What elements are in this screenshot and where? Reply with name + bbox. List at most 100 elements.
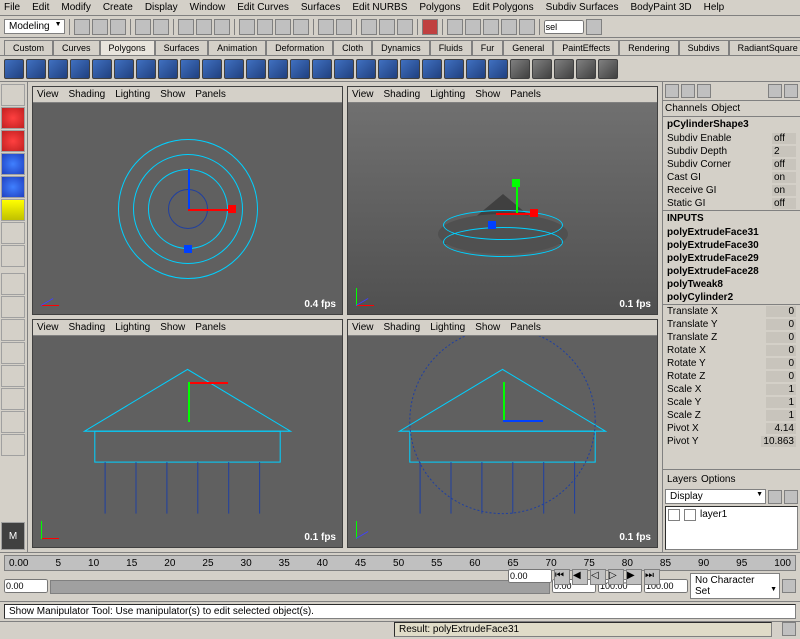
open-icon[interactable] — [92, 19, 108, 35]
shelf-icon-20[interactable] — [444, 59, 464, 79]
shelf-icon-10[interactable] — [224, 59, 244, 79]
tab-painteffects[interactable]: PaintEffects — [553, 40, 619, 55]
autokey-icon[interactable] — [782, 579, 796, 593]
vp-menu-shading[interactable]: Shading — [69, 89, 106, 100]
history-icon[interactable] — [318, 19, 334, 35]
snap-point-icon[interactable] — [275, 19, 291, 35]
snap-grid-icon[interactable] — [239, 19, 255, 35]
channel-icon5[interactable] — [784, 84, 798, 98]
select-icon[interactable] — [178, 19, 194, 35]
input-node[interactable]: polyExtrudeFace30 — [663, 239, 800, 252]
lasso-tool-icon[interactable] — [1, 107, 25, 129]
undo-icon[interactable] — [135, 19, 151, 35]
menu-display[interactable]: Display — [145, 2, 178, 13]
snap-plane-icon[interactable] — [293, 19, 309, 35]
vp-menu-shading[interactable]: Shading — [384, 322, 421, 333]
sel-input[interactable] — [544, 20, 584, 34]
menu-edit-nurbs[interactable]: Edit NURBS — [352, 2, 407, 13]
shelf-icon-16[interactable] — [356, 59, 376, 79]
shelf-icon-26[interactable] — [576, 59, 596, 79]
snap-curve-icon[interactable] — [257, 19, 273, 35]
menu-help[interactable]: Help — [704, 2, 725, 13]
shelf-icon-0[interactable] — [4, 59, 24, 79]
shelf-icon-3[interactable] — [70, 59, 90, 79]
stepback-icon[interactable]: ◀ — [572, 569, 588, 585]
vp-menu-lighting[interactable]: Lighting — [115, 89, 150, 100]
menu-edit-polygons[interactable]: Edit Polygons — [473, 2, 534, 13]
three-left-icon[interactable] — [1, 365, 25, 387]
tab-fur[interactable]: Fur — [472, 40, 504, 55]
select-tool-icon[interactable] — [1, 84, 25, 106]
input-node[interactable]: polyTweak8 — [663, 278, 800, 291]
new-icon[interactable] — [74, 19, 90, 35]
three-right-icon[interactable] — [1, 388, 25, 410]
shelf-icon-11[interactable] — [246, 59, 266, 79]
object-tab[interactable]: Object — [711, 103, 740, 114]
shelf-icon-19[interactable] — [422, 59, 442, 79]
time-ruler[interactable]: 0.00510152025303540455055606570758085909… — [4, 555, 796, 571]
grapheditor-icon[interactable] — [483, 19, 499, 35]
menu-file[interactable]: File — [4, 2, 20, 13]
forward-icon[interactable]: ⏭ — [644, 569, 660, 585]
menu-subdiv-surfaces[interactable]: Subdiv Surfaces — [546, 2, 619, 13]
vp-menu-shading[interactable]: Shading — [384, 89, 421, 100]
channel-icon2[interactable] — [681, 84, 695, 98]
shelf-icon-15[interactable] — [334, 59, 354, 79]
vp-menu-show[interactable]: Show — [160, 322, 185, 333]
vp-canvas-front[interactable]: 0.1 fps — [33, 336, 342, 547]
four-view-icon[interactable] — [1, 296, 25, 318]
two-stack-icon[interactable] — [1, 342, 25, 364]
shelf-icon-8[interactable] — [180, 59, 200, 79]
tab-general[interactable]: General — [503, 40, 553, 55]
tab-radiantsquare[interactable]: RadiantSquare — [729, 40, 800, 55]
menu-edit-curves[interactable]: Edit Curves — [237, 2, 289, 13]
scripteditor-icon[interactable] — [519, 19, 535, 35]
layer-del-icon[interactable] — [784, 490, 798, 504]
menu-window[interactable]: Window — [190, 2, 226, 13]
shelf-icon-6[interactable] — [136, 59, 156, 79]
vp-menu-lighting[interactable]: Lighting — [115, 322, 150, 333]
vp-menu-view[interactable]: View — [37, 322, 59, 333]
layer-options-tab[interactable]: Options — [701, 474, 735, 485]
vp-canvas-top[interactable]: 0.4 fps — [33, 103, 342, 314]
vp-menu-view[interactable]: View — [352, 89, 374, 100]
channel-icon4[interactable] — [768, 84, 782, 98]
shelf-icon-14[interactable] — [312, 59, 332, 79]
rotate-tool-icon[interactable] — [1, 153, 25, 175]
vp-menu-view[interactable]: View — [352, 322, 374, 333]
last-tool-icon[interactable] — [1, 245, 25, 267]
vp-menu-panels[interactable]: Panels — [510, 89, 541, 100]
input-node[interactable]: polyCylinder2 — [663, 291, 800, 304]
tab-custom[interactable]: Custom — [4, 40, 53, 55]
input-node[interactable]: polyExtrudeFace28 — [663, 265, 800, 278]
shelf-icon-7[interactable] — [158, 59, 178, 79]
paint-icon[interactable] — [214, 19, 230, 35]
two-side-icon[interactable] — [1, 319, 25, 341]
redo-icon[interactable] — [153, 19, 169, 35]
menu-surfaces[interactable]: Surfaces — [301, 2, 340, 13]
outliner-icon[interactable] — [465, 19, 481, 35]
channel-icon3[interactable] — [697, 84, 711, 98]
vp-menu-shading[interactable]: Shading — [69, 322, 106, 333]
layer-item[interactable]: layer1 — [668, 509, 795, 521]
charset-dropdown[interactable]: No Character Set — [690, 573, 780, 599]
rewind-icon[interactable]: ⏮ — [554, 569, 570, 585]
menu-edit[interactable]: Edit — [32, 2, 49, 13]
tab-animation[interactable]: Animation — [208, 40, 266, 55]
tab-fluids[interactable]: Fluids — [430, 40, 472, 55]
channels-tab[interactable]: Channels — [665, 103, 707, 114]
channel-icon[interactable] — [665, 84, 679, 98]
shelf-icon-1[interactable] — [26, 59, 46, 79]
vp-menu-view[interactable]: View — [37, 89, 59, 100]
shelf-icon-23[interactable] — [510, 59, 530, 79]
range-slider[interactable] — [50, 580, 550, 594]
tab-subdivs[interactable]: Subdivs — [679, 40, 729, 55]
shelf-icon-27[interactable] — [598, 59, 618, 79]
ipr-icon[interactable] — [379, 19, 395, 35]
playback-icon[interactable]: ◁ — [590, 569, 606, 585]
save-icon[interactable] — [110, 19, 126, 35]
vp-menu-panels[interactable]: Panels — [510, 322, 541, 333]
menu-polygons[interactable]: Polygons — [419, 2, 460, 13]
shelf-icon-12[interactable] — [268, 59, 288, 79]
shelf-icon-18[interactable] — [400, 59, 420, 79]
